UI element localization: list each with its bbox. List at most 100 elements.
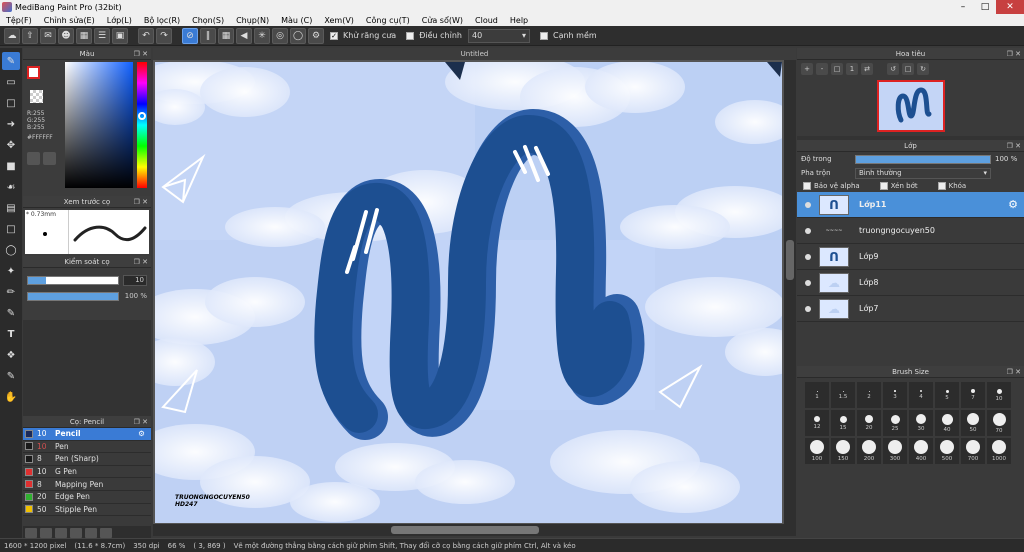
menu-edit[interactable]: Chỉnh sửa(E) bbox=[38, 16, 101, 25]
brush-properties-icon[interactable] bbox=[70, 528, 82, 538]
brush-size-option[interactable]: 300 bbox=[883, 438, 907, 464]
vertical-scrollbar[interactable] bbox=[784, 60, 796, 526]
brush-item[interactable]: 50 Stipple Pen bbox=[23, 504, 151, 517]
layer-item[interactable]: ☁ Lớp7 bbox=[797, 296, 1024, 322]
protect-alpha-option[interactable]: Bảo vệ alpha bbox=[803, 182, 860, 190]
redo-icon[interactable]: ↷ bbox=[156, 27, 172, 44]
saturation-value-picker[interactable] bbox=[65, 62, 133, 188]
eyedropper-icon[interactable]: ✎ bbox=[2, 367, 20, 385]
brush-size-option[interactable]: 1000 bbox=[987, 438, 1011, 464]
lasso-icon[interactable]: ◯ bbox=[2, 241, 20, 259]
brush-folder-icon[interactable] bbox=[85, 528, 97, 538]
layer-blend-select[interactable]: Bình thường ▾ bbox=[855, 167, 991, 179]
divide-tool-icon[interactable]: ❖ bbox=[2, 346, 20, 364]
brush-size-option[interactable]: 25 bbox=[883, 410, 907, 436]
clipping-option[interactable]: Xén bớt bbox=[879, 182, 918, 190]
menu-file[interactable]: Tệp(F) bbox=[0, 16, 38, 25]
brush-item[interactable]: 10 Pen bbox=[23, 441, 151, 454]
rotate-right-icon[interactable]: ↻ bbox=[917, 63, 929, 75]
vanish-snap-icon[interactable]: ◀ bbox=[236, 27, 252, 44]
rotate-left-icon[interactable]: ↺ bbox=[887, 63, 899, 75]
brush-item[interactable]: 8 Mapping Pen bbox=[23, 478, 151, 491]
list-icon[interactable]: ☰ bbox=[94, 27, 110, 44]
canvas-area[interactable]: TRUONGNGOCUYEN50 HD247 bbox=[153, 60, 796, 526]
visibility-icon[interactable] bbox=[805, 227, 811, 234]
color-picker-icon[interactable] bbox=[43, 152, 56, 165]
correction-select[interactable]: 40 ▾ bbox=[467, 28, 530, 43]
brush-size-option[interactable]: 200 bbox=[857, 438, 881, 464]
brush-item[interactable]: 8 Pen (Sharp) bbox=[23, 453, 151, 466]
brush-size-option[interactable]: 500 bbox=[935, 438, 959, 464]
eraser-tool-icon[interactable]: ▭ bbox=[2, 73, 20, 91]
layer-opacity-slider[interactable] bbox=[855, 154, 991, 164]
snap-off-icon[interactable]: ⊘ bbox=[182, 27, 198, 44]
brush-opacity-slider[interactable] bbox=[27, 291, 119, 301]
layer-item[interactable]: ᑎ Lớp9 bbox=[797, 244, 1024, 270]
brush-size-option[interactable]: 20 bbox=[857, 410, 881, 436]
zoom-in-icon[interactable]: + bbox=[801, 63, 813, 75]
layer-item[interactable]: ᑎ Lớp11 ⚙ bbox=[797, 192, 1024, 218]
brush-size-option[interactable]: 5 bbox=[935, 382, 959, 408]
magic-wand-icon[interactable]: ✦ bbox=[2, 262, 20, 280]
brush-menu-icon[interactable] bbox=[40, 528, 52, 538]
minimize-button[interactable]: – bbox=[952, 0, 974, 14]
background-color-swatch[interactable] bbox=[30, 90, 43, 103]
palette-icon[interactable] bbox=[27, 152, 40, 165]
menu-tools[interactable]: Công cụ(T) bbox=[360, 16, 416, 25]
fit-icon[interactable]: □ bbox=[831, 63, 843, 75]
panel-close-icon[interactable]: ❐ ✕ bbox=[134, 50, 148, 58]
correction-checkbox[interactable] bbox=[406, 31, 415, 40]
menu-layer[interactable]: Lớp(L) bbox=[101, 16, 138, 25]
brush-size-option[interactable]: 40 bbox=[935, 410, 959, 436]
brush-item[interactable]: 10 Pencil ⚙ bbox=[23, 428, 151, 441]
brush-size-option[interactable]: 150 bbox=[831, 438, 855, 464]
brush-size-input[interactable]: 10 bbox=[123, 274, 147, 286]
maximize-button[interactable]: □ bbox=[974, 0, 996, 14]
vertical-scroll-thumb[interactable] bbox=[786, 240, 794, 280]
settings-icon[interactable]: ⚙ bbox=[308, 27, 324, 44]
select-pen-icon[interactable]: ✏ bbox=[2, 283, 20, 301]
brush-tool-icon[interactable]: ✎ bbox=[2, 52, 20, 70]
visibility-icon[interactable] bbox=[805, 253, 811, 260]
actual-size-icon[interactable]: 1 bbox=[846, 63, 858, 75]
visibility-icon[interactable] bbox=[805, 201, 811, 208]
panel-close-icon[interactable]: ❐ ✕ bbox=[1007, 50, 1021, 58]
panel-close-icon[interactable]: ❐ ✕ bbox=[134, 258, 148, 266]
cloud-icon[interactable]: ☁ bbox=[4, 27, 20, 44]
gear-icon[interactable]: ⚙ bbox=[1008, 198, 1018, 211]
gradient-tool-icon[interactable]: ▤ bbox=[2, 199, 20, 217]
zoom-out-icon[interactable]: - bbox=[816, 63, 828, 75]
brush-size-option[interactable]: 400 bbox=[909, 438, 933, 464]
hue-knob[interactable] bbox=[138, 112, 146, 120]
brush-size-option[interactable]: 700 bbox=[961, 438, 985, 464]
brush-size-option[interactable]: 15 bbox=[831, 410, 855, 436]
brush-item[interactable]: 20 Edge Pen bbox=[23, 491, 151, 504]
comment-icon[interactable]: ✉ bbox=[40, 27, 56, 44]
brush-size-option[interactable]: 4 bbox=[909, 382, 933, 408]
clipping-checkbox[interactable] bbox=[879, 182, 888, 190]
pan-tool-icon[interactable]: ✋ bbox=[2, 388, 20, 406]
visibility-icon[interactable] bbox=[805, 305, 811, 312]
protect-alpha-checkbox[interactable] bbox=[803, 182, 811, 190]
menu-cloud[interactable]: Cloud bbox=[469, 16, 504, 25]
undo-icon[interactable]: ↶ bbox=[138, 27, 154, 44]
layer-item[interactable]: ☁ Lớp8 bbox=[797, 270, 1024, 296]
select-eraser-icon[interactable]: ✎ bbox=[2, 304, 20, 322]
menu-view[interactable]: Xem(V) bbox=[318, 16, 360, 25]
close-button[interactable]: ✕ bbox=[996, 0, 1024, 14]
hue-slider[interactable] bbox=[137, 62, 147, 188]
menu-snap[interactable]: Chụp(N) bbox=[230, 16, 275, 25]
visibility-icon[interactable] bbox=[805, 279, 811, 286]
brush-size-slider[interactable] bbox=[27, 275, 119, 285]
brush-size-option[interactable]: 50 bbox=[961, 410, 985, 436]
brush-size-option[interactable]: 1.5 bbox=[831, 382, 855, 408]
horizontal-scroll-thumb[interactable] bbox=[391, 526, 539, 534]
lock-checkbox[interactable] bbox=[937, 182, 946, 190]
brush-duplicate-icon[interactable] bbox=[100, 528, 112, 538]
brush-size-option[interactable]: 7 bbox=[961, 382, 985, 408]
cross-snap-icon[interactable]: ▦ bbox=[218, 27, 234, 44]
fill-rect-tool-icon[interactable]: ■ bbox=[2, 157, 20, 175]
brush-size-option[interactable]: 70 bbox=[987, 410, 1011, 436]
menu-color[interactable]: Màu (C) bbox=[275, 16, 318, 25]
navigator-thumbnail[interactable] bbox=[876, 80, 945, 132]
